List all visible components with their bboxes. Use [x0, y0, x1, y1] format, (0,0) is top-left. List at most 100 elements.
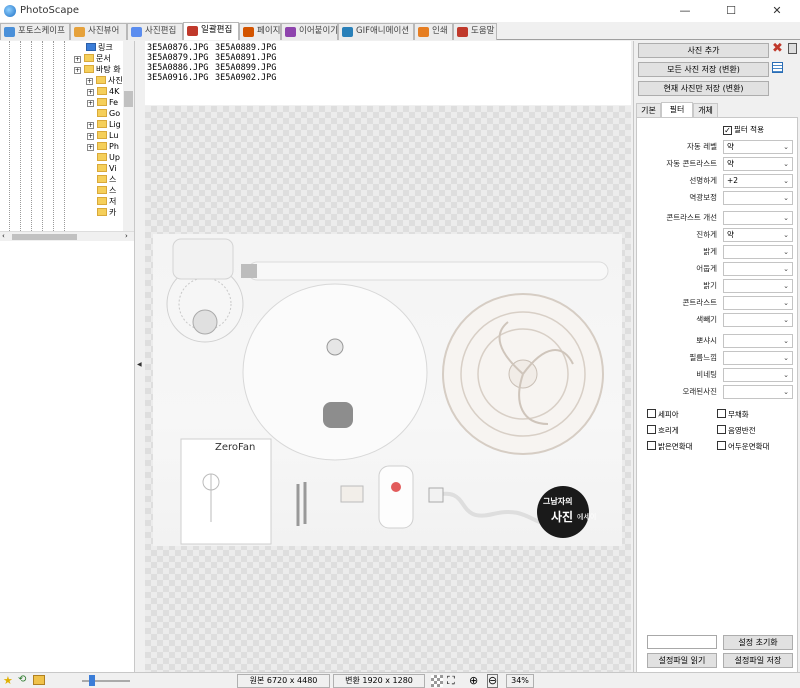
tab-1[interactable]: 포토스케이프 [0, 23, 70, 40]
tab-object[interactable]: 개체 [693, 103, 718, 117]
file-list[interactable]: 3E5A0876.JPG 3E5A0889.JPG 3E5A0879.JPG 3E5A… [145, 41, 631, 105]
expand-icon[interactable]: + [87, 89, 94, 96]
tree-horizontal-scrollbar[interactable]: ‹ › [0, 231, 134, 241]
zoom-in-icon[interactable]: ⊕ [469, 674, 478, 687]
tab-8[interactable]: 인쇄 [414, 23, 453, 40]
filter-dropdown[interactable]: ⌄ [723, 245, 793, 259]
close-button[interactable]: ✕ [754, 0, 800, 22]
tab-6[interactable]: 이어붙이기 [281, 23, 338, 40]
tree-item[interactable]: 링크 [86, 42, 113, 53]
tree-item[interactable]: +4K [87, 86, 119, 97]
tab-5[interactable]: 페이지 [239, 23, 281, 40]
tree-hscroll-thumb[interactable] [12, 234, 77, 240]
file-item[interactable]: 3E5A0891.JPG [215, 53, 276, 63]
tree-item[interactable]: + Ph [87, 141, 119, 152]
tab-basic[interactable]: 기본 [636, 103, 661, 117]
file-item[interactable]: 3E5A0902.JPG [215, 73, 276, 83]
star-icon[interactable]: ★ [3, 674, 13, 687]
zoom-slider-thumb[interactable] [89, 675, 95, 686]
checkbox-box[interactable] [647, 441, 656, 450]
maximize-button[interactable]: ☐ [708, 0, 754, 22]
file-item[interactable]: 3E5A0899.JPG [215, 63, 276, 73]
folder-tree[interactable]: ‹ › 링크 + 문서 + 바탕 화 + 사진 +4K + Fe Go + Lig + Lu + Ph Up Vi 스… [0, 41, 135, 241]
tree-item[interactable]: + 문서 [74, 53, 111, 64]
expand-icon[interactable]: + [86, 78, 93, 85]
filter-dropdown[interactable]: 약 ⌄ [723, 157, 793, 171]
expand-icon[interactable]: + [87, 133, 94, 140]
minimize-button[interactable]: — [662, 0, 708, 22]
load-settings-button[interactable]: 설정파일 읽기 [647, 653, 717, 668]
tree-item[interactable]: + 바탕 화 [74, 64, 121, 75]
photo-preview-canvas[interactable]: ZeroFan 그남자의 사진 에세이 [145, 106, 631, 672]
filter-dropdown[interactable]: ⌄ [723, 313, 793, 327]
collapse-arrow-icon[interactable]: ◀ [137, 361, 142, 368]
open-folder-icon[interactable] [33, 675, 45, 685]
expand-icon[interactable]: + [74, 56, 81, 63]
tab-3[interactable]: 사진편집 [127, 23, 183, 40]
tree-item[interactable]: Go [97, 108, 120, 119]
transparency-icon[interactable] [431, 675, 443, 687]
tab-filter[interactable]: 필터 [661, 102, 693, 117]
tree-item[interactable]: Vi [97, 163, 117, 174]
reset-settings-button[interactable]: 설정 초기화 [723, 635, 793, 650]
tab-4[interactable]: 일괄편집 [183, 22, 239, 40]
effect-checkbox[interactable]: 흐리게 [647, 425, 679, 436]
filter-dropdown[interactable]: ⌄ [723, 191, 793, 205]
delete-x-icon[interactable]: ✖ [772, 41, 783, 56]
settings-name-field[interactable] [647, 635, 717, 649]
tree-vertical-scrollbar[interactable] [123, 41, 134, 231]
effect-checkbox[interactable]: 무채화 [717, 409, 749, 420]
tree-item[interactable]: Up [97, 152, 120, 163]
tree-item[interactable]: + 사진 [86, 75, 123, 86]
filter-dropdown[interactable]: ⌄ [723, 368, 793, 382]
filter-dropdown[interactable]: +2 ⌄ [723, 174, 793, 188]
file-item[interactable]: 3E5A0886.JPG [147, 63, 208, 73]
expand-icon[interactable]: + [87, 100, 94, 107]
scroll-right-arrow-icon[interactable]: › [125, 232, 128, 240]
expand-icon[interactable]: + [87, 144, 94, 151]
effect-checkbox[interactable]: 음영반전 [717, 425, 756, 436]
tree-item[interactable]: 스 [97, 185, 116, 196]
expand-icon[interactable]: + [74, 67, 81, 74]
tree-item[interactable]: 카 [97, 207, 116, 218]
scroll-left-arrow-icon[interactable]: ‹ [2, 232, 5, 240]
effect-checkbox[interactable]: 어두운면확대 [717, 441, 769, 452]
tree-item[interactable]: 저 [97, 196, 116, 207]
filter-dropdown[interactable]: ⌄ [723, 296, 793, 310]
filter-dropdown[interactable]: ⌄ [723, 211, 793, 225]
checkbox-box[interactable] [717, 409, 726, 418]
tree-item[interactable]: + Lig [87, 119, 121, 130]
tab-2[interactable]: 사진뷰어 [70, 23, 127, 40]
tree-item[interactable]: 스 [97, 174, 116, 185]
tree-scroll-thumb[interactable] [124, 91, 133, 107]
filter-dropdown[interactable]: 약 ⌄ [723, 228, 793, 242]
filter-dropdown[interactable]: ⌄ [723, 334, 793, 348]
tab-7[interactable]: GIF애니메이션 [338, 23, 414, 40]
filter-apply-checkbox[interactable]: ✓ 필터 적용 [723, 125, 764, 135]
effect-checkbox[interactable]: 밝은면확대 [647, 441, 693, 452]
file-item[interactable]: 3E5A0876.JPG [147, 43, 208, 53]
filter-dropdown[interactable]: ⌄ [723, 279, 793, 293]
panel-splitter[interactable]: ◀ [135, 41, 145, 672]
rotate-icon[interactable]: ⟲ [18, 674, 26, 685]
filter-dropdown[interactable]: ⌄ [723, 351, 793, 365]
tree-item[interactable]: + Lu [87, 130, 118, 141]
checkbox-box[interactable] [717, 425, 726, 434]
file-item[interactable]: 3E5A0889.JPG [215, 43, 276, 53]
save-all-button[interactable]: 모든 사진 저장 (변환) [638, 62, 769, 77]
checkbox-box[interactable] [647, 409, 656, 418]
checkbox-box[interactable] [717, 441, 726, 450]
expand-icon[interactable]: + [87, 122, 94, 129]
tab-9[interactable]: 도움말 [453, 23, 497, 40]
list-view-icon[interactable] [772, 62, 783, 73]
file-item[interactable]: 3E5A0916.JPG [147, 73, 208, 83]
filter-dropdown[interactable]: ⌄ [723, 385, 793, 399]
fit-screen-icon[interactable]: ⛶ [447, 674, 455, 688]
add-photo-button[interactable]: 사진 추가 [638, 43, 769, 58]
save-current-button[interactable]: 현재 사진만 저장 (변환) [638, 81, 769, 96]
trash-icon[interactable] [788, 43, 797, 54]
save-settings-button[interactable]: 설정파일 저장 [723, 653, 793, 668]
file-item[interactable]: 3E5A0879.JPG [147, 53, 208, 63]
checkbox-box[interactable] [647, 425, 656, 434]
tree-item[interactable]: + Fe [87, 97, 118, 108]
